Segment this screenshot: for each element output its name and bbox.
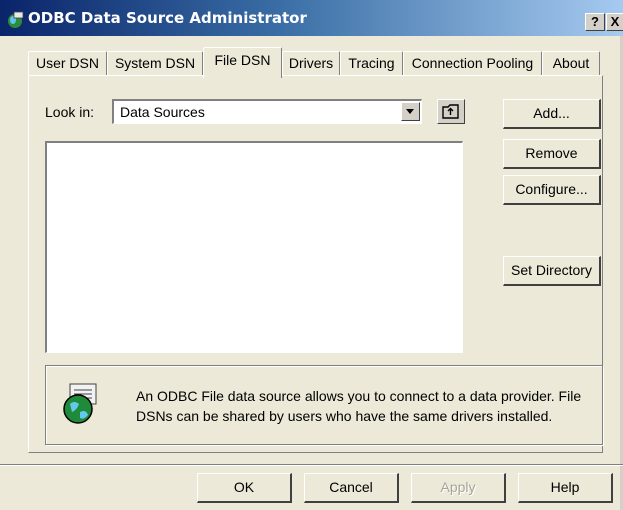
tab-about[interactable]: About xyxy=(542,51,600,76)
dropdown-arrow-button[interactable] xyxy=(401,102,420,121)
add-button-label: Add... xyxy=(533,105,570,121)
add-button[interactable]: Add... xyxy=(503,99,601,129)
info-description: An ODBC File data source allows you to c… xyxy=(136,388,582,424)
tab-drivers[interactable]: Drivers xyxy=(282,51,340,76)
odbc-dialog: ODBC Data Source Administrator ? X User … xyxy=(0,0,623,510)
cancel-button-label: Cancel xyxy=(329,479,373,495)
footer-separator xyxy=(0,464,623,466)
remove-button-label: Remove xyxy=(525,145,578,161)
help-button[interactable]: Help xyxy=(518,473,613,503)
configure-button-label: Configure... xyxy=(515,181,588,197)
title-bar[interactable]: ODBC Data Source Administrator ? X xyxy=(0,0,623,36)
tab-connection-pooling[interactable]: Connection Pooling xyxy=(403,51,542,76)
tab-tracing[interactable]: Tracing xyxy=(340,51,403,76)
set-directory-button-label: Set Directory xyxy=(511,262,592,278)
help-title-button[interactable]: ? xyxy=(585,13,605,31)
close-button[interactable]: X xyxy=(606,13,623,31)
ok-button-label: OK xyxy=(233,479,255,495)
info-groupbox: An ODBC File data source allows you to c… xyxy=(45,365,603,445)
tab-user-dsn[interactable]: User DSN xyxy=(28,51,107,76)
apply-button-label: Apply xyxy=(440,479,476,495)
file-dsn-list[interactable] xyxy=(45,141,463,353)
chevron-down-icon xyxy=(406,109,414,114)
cancel-button[interactable]: Cancel xyxy=(304,473,399,503)
look-in-label: Look in: xyxy=(45,104,95,120)
odbc-globe-icon xyxy=(63,383,97,424)
odbc-app-icon xyxy=(8,11,24,28)
window-title: ODBC Data Source Administrator xyxy=(28,9,307,27)
set-directory-button[interactable]: Set Directory xyxy=(503,256,601,286)
folder-up-icon xyxy=(442,104,459,119)
tab-file-dsn[interactable]: File DSN xyxy=(203,47,282,78)
help-button-label: Help xyxy=(550,479,580,495)
tab-strip: User DSN System DSN File DSN Drivers Tra… xyxy=(0,44,623,78)
up-one-level-button[interactable] xyxy=(437,99,465,124)
apply-button[interactable]: Apply xyxy=(411,473,506,503)
look-in-combobox[interactable]: Data Sources xyxy=(112,99,422,124)
tab-system-dsn[interactable]: System DSN xyxy=(107,51,203,76)
configure-button[interactable]: Configure... xyxy=(503,175,601,205)
ok-button[interactable]: OK xyxy=(197,473,292,503)
look-in-value: Data Sources xyxy=(120,104,205,120)
remove-button[interactable]: Remove xyxy=(503,139,601,169)
